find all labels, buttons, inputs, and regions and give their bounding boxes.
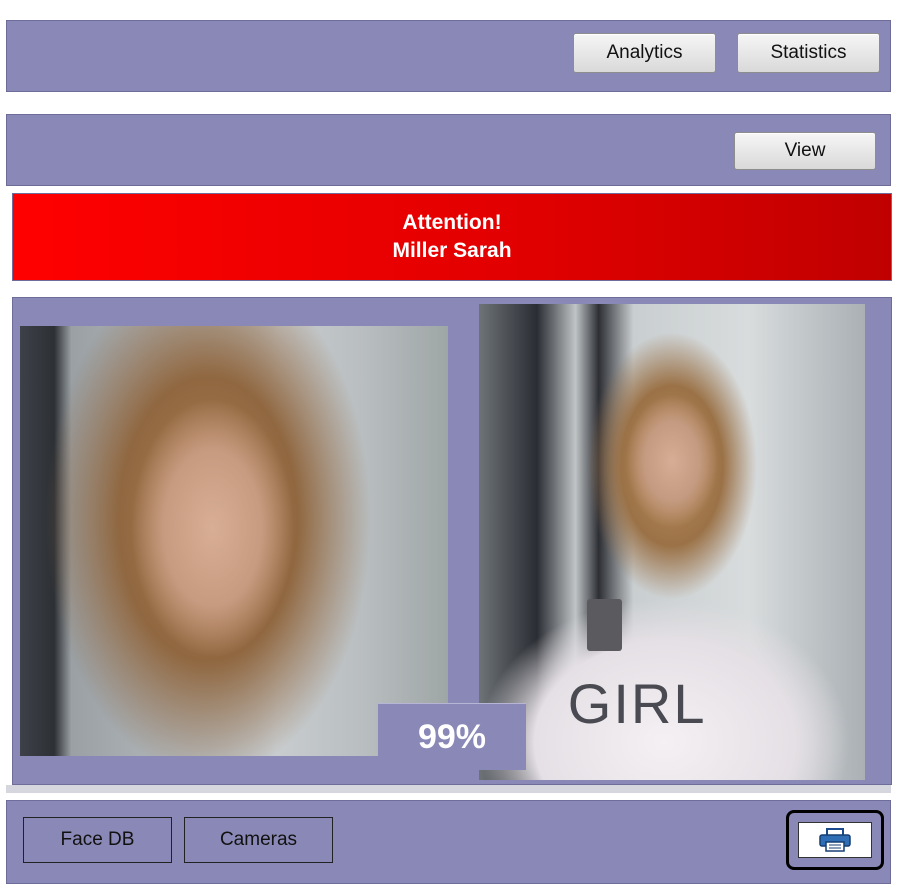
divider <box>6 785 891 793</box>
match-score-badge: 99% <box>378 703 526 770</box>
attention-banner: Attention! Miller Sarah <box>12 193 892 281</box>
camera-frame-photo: GIRL <box>479 304 865 780</box>
face-crop-photo <box>20 326 448 756</box>
print-button[interactable] <box>786 810 884 870</box>
alert-person-name: Miller Sarah <box>392 239 512 262</box>
top-toolbar: Analytics Statistics <box>6 20 891 92</box>
shirt-print-text: GIRL <box>567 671 707 735</box>
view-button[interactable]: View <box>734 132 876 170</box>
cameras-button[interactable]: Cameras <box>184 817 333 863</box>
view-toolbar: View <box>6 114 891 186</box>
phone-in-hand <box>587 599 622 652</box>
printer-icon <box>798 822 872 858</box>
match-photos-panel: GIRL 99% <box>12 297 892 785</box>
statistics-button[interactable]: Statistics <box>737 33 880 73</box>
face-db-button[interactable]: Face DB <box>23 817 172 863</box>
analytics-button[interactable]: Analytics <box>573 33 716 73</box>
bottom-toolbar: Face DB Cameras <box>6 800 891 884</box>
alert-title: Attention! <box>402 211 502 234</box>
